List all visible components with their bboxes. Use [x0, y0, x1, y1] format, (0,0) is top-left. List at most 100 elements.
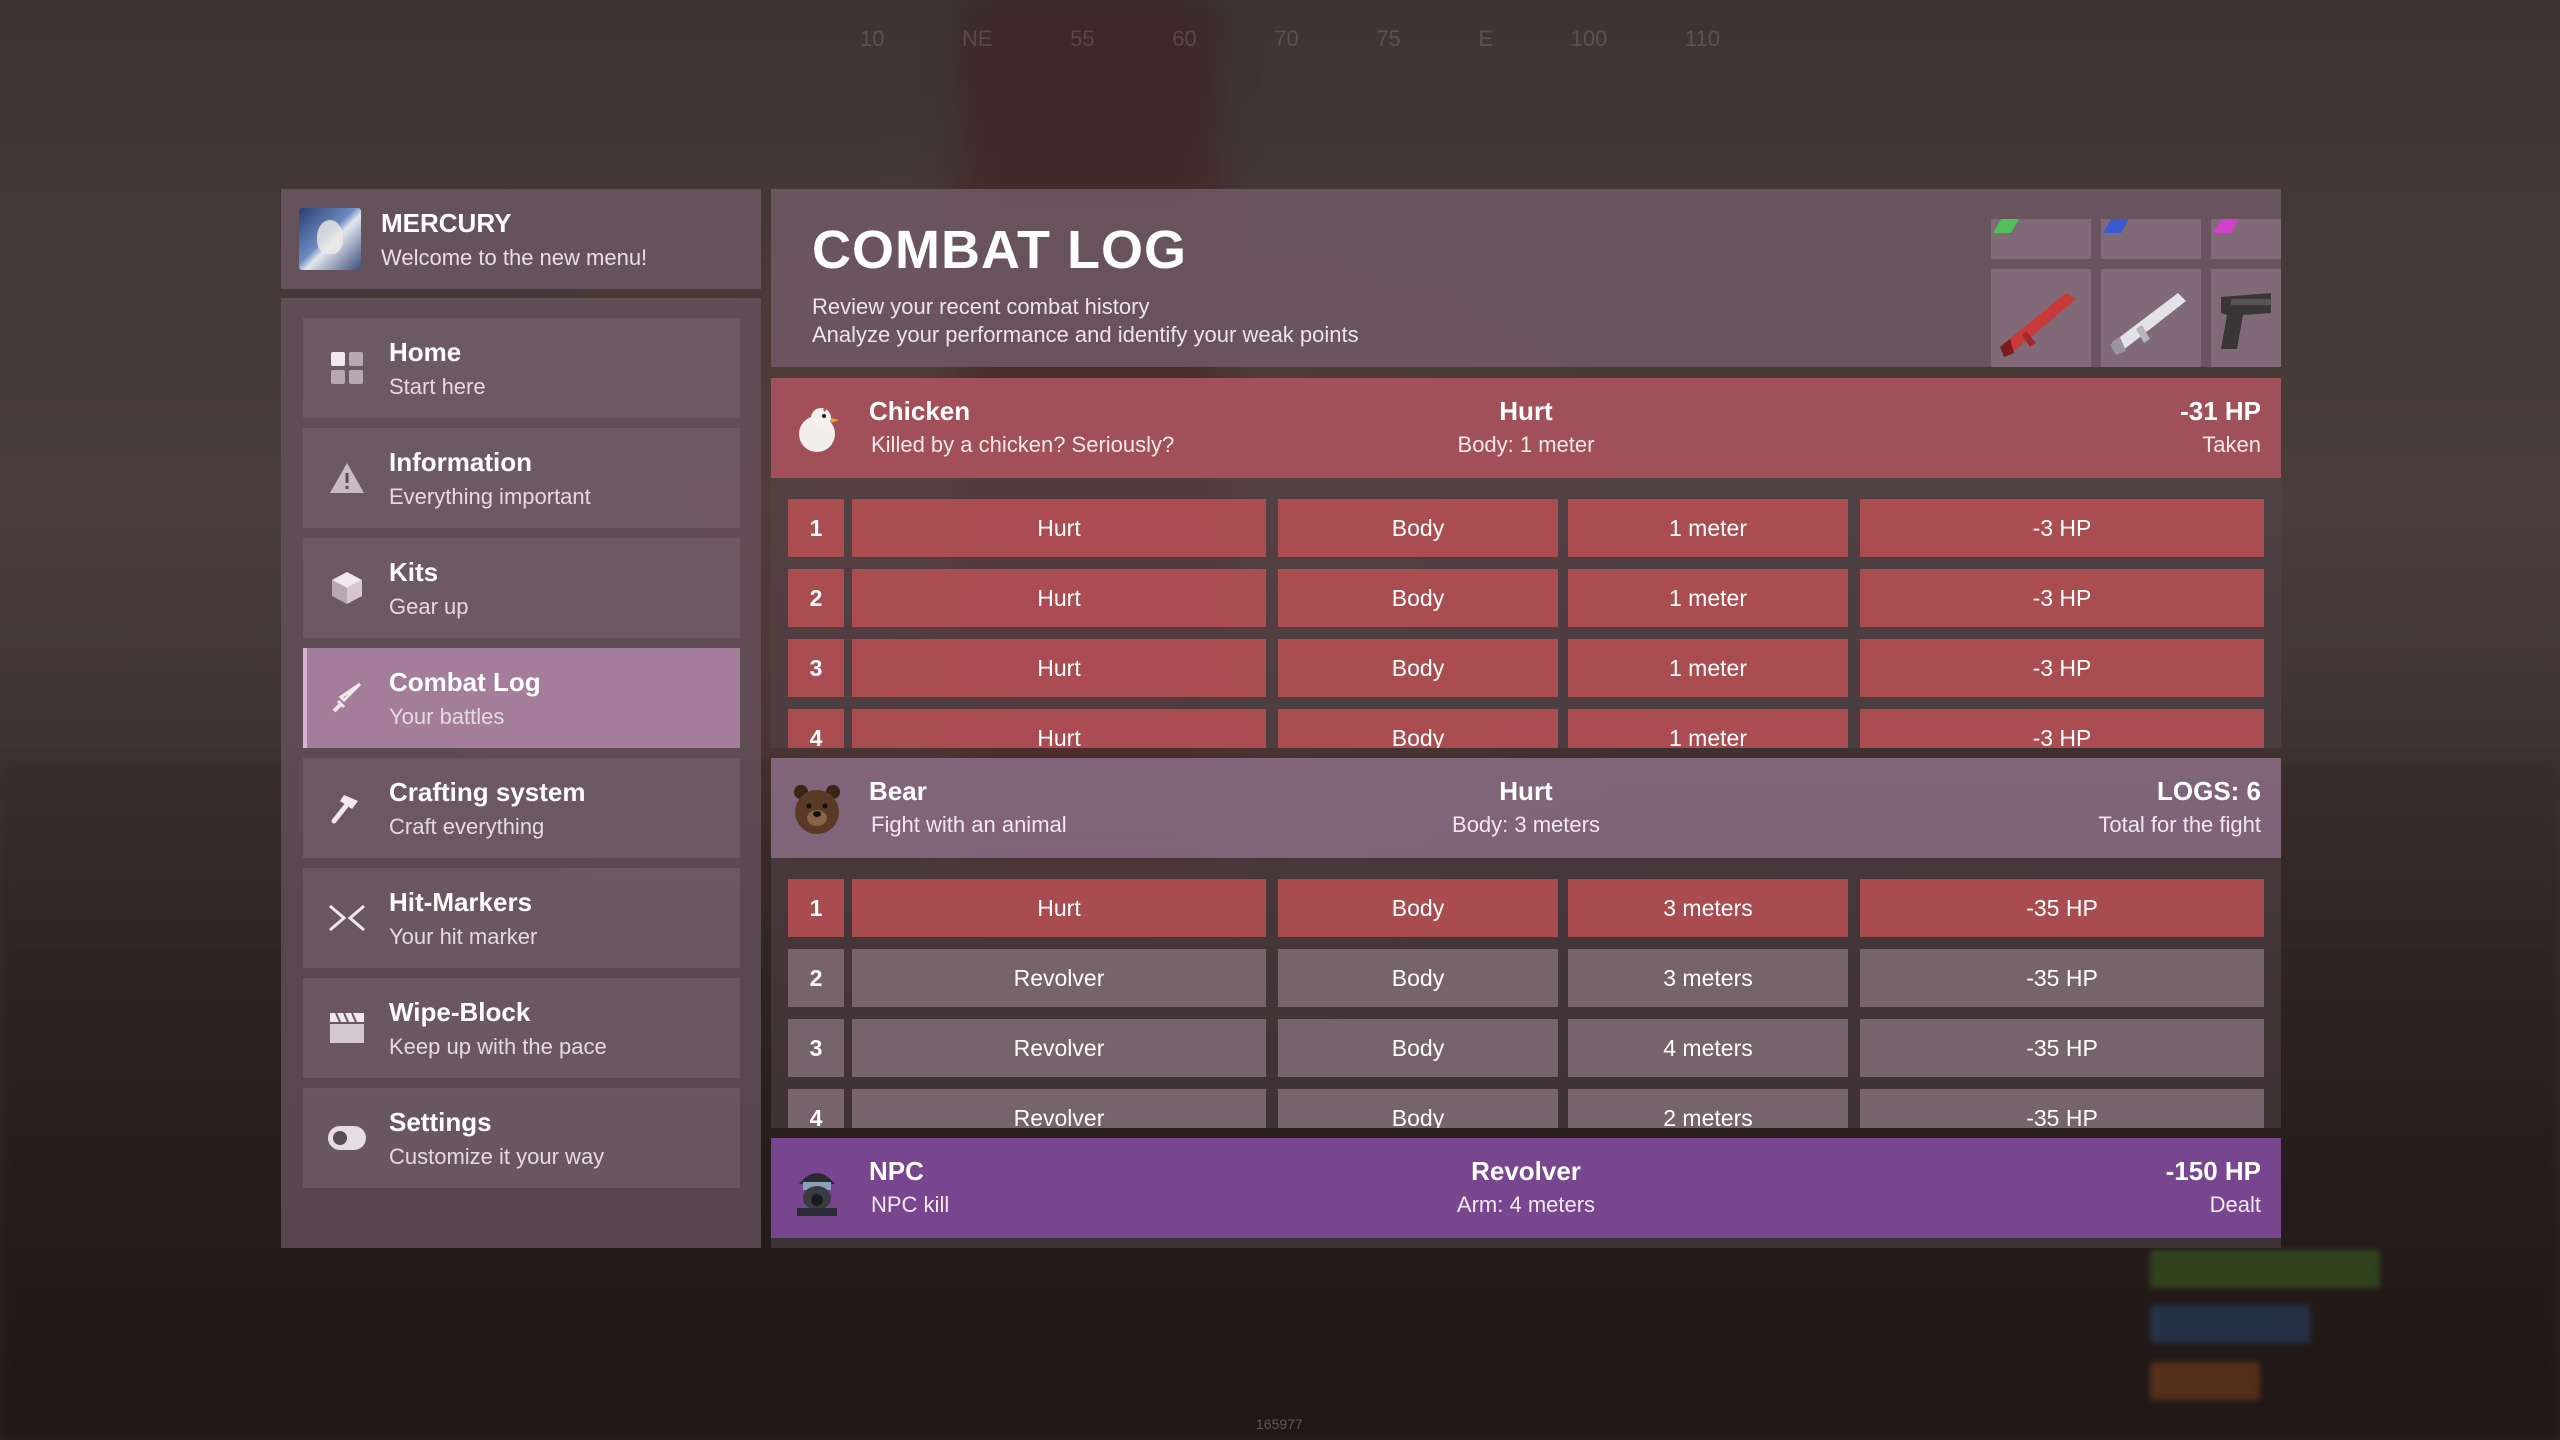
row-body-part: Body [1278, 1089, 1558, 1128]
row-weapon: Revolver [852, 1019, 1266, 1077]
sidebar-item-kits[interactable]: Kits Gear up [303, 538, 740, 638]
row-weapon: Hurt [852, 569, 1266, 627]
sidebar-item-home[interactable]: Home Start here [303, 318, 740, 418]
sword-icon [327, 678, 367, 718]
row-hp: -3 HP [1860, 709, 2264, 748]
page-description: Review your recent combat history Analyz… [812, 293, 1359, 349]
weapon-slot[interactable] [2211, 219, 2281, 259]
warning-icon [327, 458, 367, 498]
health-bar-bg [2150, 1250, 2380, 1288]
sidebar-item-label: Wipe-Block [389, 996, 531, 1027]
row-distance: 3 meters [1568, 949, 1848, 1007]
row-body-part: Body [1278, 709, 1558, 748]
row-number: 3 [788, 1019, 844, 1077]
row-number: 1 [788, 499, 844, 557]
sidebar-item-settings[interactable]: Settings Customize it your way [303, 1088, 740, 1188]
box-icon [327, 568, 367, 608]
row-hp: -35 HP [1860, 1019, 2264, 1077]
avatar [299, 208, 361, 270]
sidebar-item-sub: Everything important [389, 483, 591, 509]
row-body-part: Body [1278, 499, 1558, 557]
sidebar-item-label: Settings [389, 1106, 492, 1137]
encounter-header[interactable]: Bear Fight with an animal Hurt Body: 3 m… [771, 758, 2281, 858]
compass-tick: NE [962, 26, 993, 51]
food-bar-bg [2150, 1362, 2260, 1400]
green-tag-icon [1992, 219, 2020, 233]
sidebar-item-label: Kits [389, 556, 439, 587]
hit-summary: Body: 3 meters [1452, 812, 1600, 837]
sidebar-item-sub: Customize it your way [389, 1143, 605, 1169]
row-body-part: Body [1278, 569, 1558, 627]
encounter-header[interactable]: Chicken Killed by a chicken? Seriously? … [771, 378, 2281, 478]
row-hp: -3 HP [1860, 569, 2264, 627]
row-body-part: Body [1278, 879, 1558, 937]
row-number: 4 [788, 1089, 844, 1128]
row-body-part: Body [1278, 1019, 1558, 1077]
page-description-line: Review your recent combat history [812, 294, 1150, 319]
encounter-header[interactable]: NPC NPC kill Revolver Arm: 4 meters -150… [771, 1138, 2281, 1238]
row-distance: 4 meters [1568, 1019, 1848, 1077]
weapon-grid [1991, 189, 2281, 367]
sidebar-item-label: Combat Log [389, 666, 541, 697]
row-hp: -3 HP [1860, 639, 2264, 697]
pink-tag-icon [2212, 219, 2240, 233]
row-hp: -35 HP [1860, 949, 2264, 1007]
sidebar-item-sub: Craft everything [389, 813, 545, 839]
toggle-icon [327, 1118, 367, 1158]
row-weapon: Hurt [852, 499, 1266, 557]
weapon-slot[interactable] [2211, 269, 2281, 367]
weapon-slot[interactable] [2101, 269, 2201, 367]
hit-summary: Arm: 4 meters [1456, 1192, 1596, 1217]
compass-tick: 60 [1172, 26, 1197, 51]
row-number: 1 [788, 879, 844, 937]
row-hp: -35 HP [1860, 879, 2264, 937]
weapon-slot[interactable] [2101, 219, 2201, 259]
sidebar-item-combat-log[interactable]: Combat Log Your battles [303, 648, 740, 748]
hp-total: -31 HP [2180, 396, 2261, 426]
row-number: 2 [788, 949, 844, 1007]
page-description-line: Analyze your performance and identify yo… [812, 322, 1359, 347]
sidebar-item-label: Hit-Markers [389, 886, 533, 917]
hammer-icon [327, 788, 367, 828]
logs-caption: Total for the fight [2098, 812, 2261, 837]
row-weapon: Hurt [852, 709, 1266, 748]
page-title: COMBAT LOG [812, 220, 1187, 280]
profile-name: MERCURY [381, 207, 512, 238]
sidebar-item-label: Home [389, 336, 462, 367]
clapperboard-icon [327, 1008, 367, 1048]
row-distance: 1 meter [1568, 639, 1848, 697]
damage-type: Hurt [1499, 776, 1553, 806]
hp-direction: Dealt [2209, 1192, 2261, 1217]
rifle-red-icon [2000, 293, 2076, 357]
sidebar-item-sub: Gear up [389, 593, 469, 619]
row-hp: -3 HP [1860, 499, 2264, 557]
row-weapon: Revolver [852, 949, 1266, 1007]
row-number: 2 [788, 569, 844, 627]
sidebar-item-hit-markers[interactable]: Hit-Markers Your hit marker [303, 868, 740, 968]
footer-code: 165977 [1256, 1416, 1303, 1432]
sidebar-item-label: Information [389, 446, 532, 477]
crosshair-icon [327, 898, 367, 938]
row-distance: 1 meter [1568, 569, 1848, 627]
sidebar-item-wipe-block[interactable]: Wipe-Block Keep up with the pace [303, 978, 740, 1078]
hit-summary: Body: 1 meter [1457, 432, 1595, 457]
sidebar-item-crafting-system[interactable]: Crafting system Craft everything [303, 758, 740, 858]
blue-tag-icon [2102, 219, 2130, 233]
weapon-slot[interactable] [1991, 269, 2091, 367]
damage-type: Revolver [1471, 1156, 1581, 1186]
compass-tick: 75 [1376, 26, 1401, 51]
row-distance: 1 meter [1568, 499, 1848, 557]
row-weapon: Hurt [852, 879, 1266, 937]
sidebar-item-sub: Keep up with the pace [389, 1033, 607, 1059]
row-weapon: Revolver [852, 1089, 1266, 1128]
weapon-slot[interactable] [1991, 219, 2091, 259]
log-rows: 1 Hurt Body 1 meter -3 HP 2 Hurt Body 1 … [771, 478, 2281, 748]
sidebar-item-label: Crafting system [389, 776, 586, 807]
compass-tick: 100 [1570, 26, 1608, 51]
row-body-part: Body [1278, 639, 1558, 697]
log-rows: 1 Hurt Body 3 meters -35 HP 2 Revolver B… [771, 858, 2281, 1128]
hp-direction: Taken [2202, 432, 2261, 457]
sidebar-item-information[interactable]: Information Everything important [303, 428, 740, 528]
compass-tick: 70 [1274, 26, 1299, 51]
row-number: 3 [788, 639, 844, 697]
